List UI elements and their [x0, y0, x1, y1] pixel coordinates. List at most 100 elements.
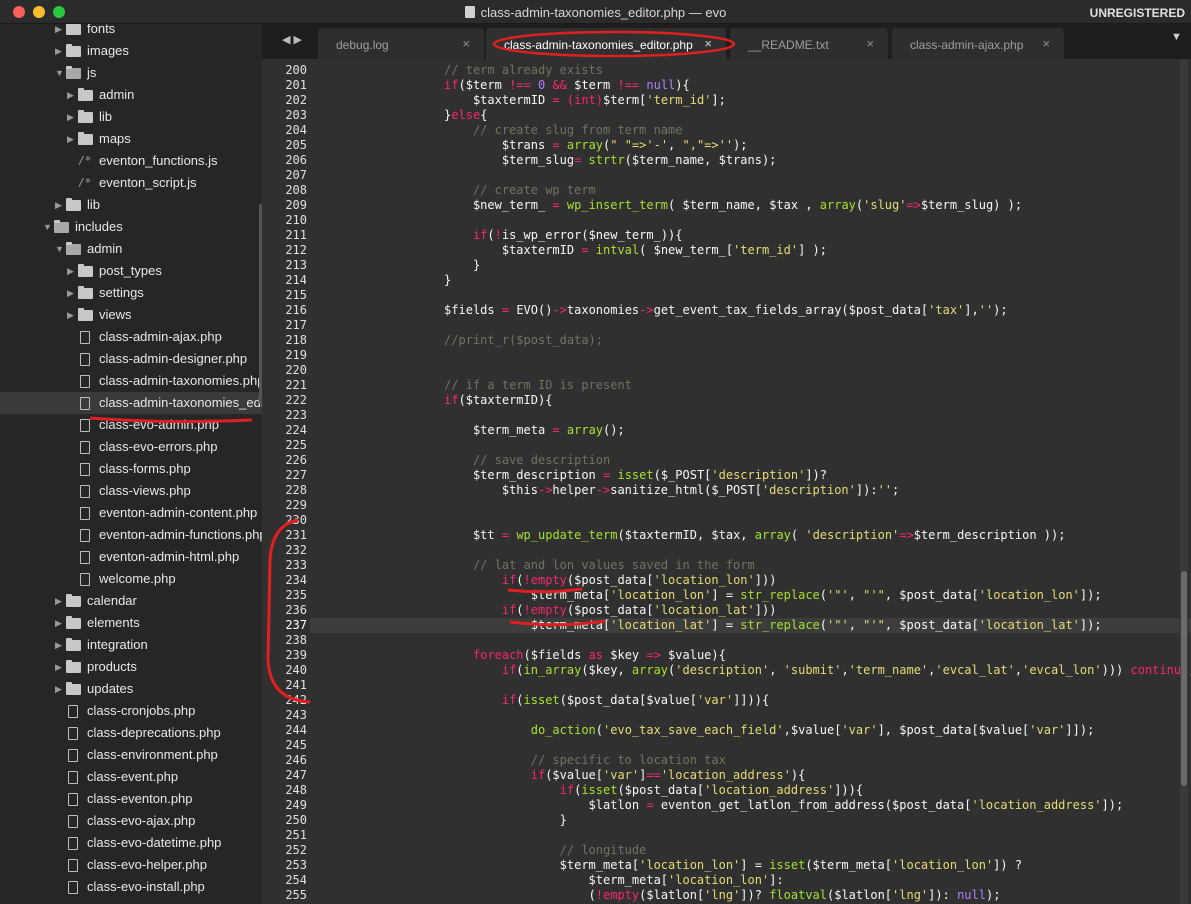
sidebar-item-class-admin-designer-php[interactable]: class-admin-designer.php [0, 348, 262, 370]
sidebar-item-class-eventon-php[interactable]: class-eventon.php [0, 788, 262, 810]
code-line[interactable]: } [314, 273, 451, 288]
sidebar-item-class-evo-helper-php[interactable]: class-evo-helper.php [0, 854, 262, 876]
code-line[interactable]: $taxtermID = intval( $new_term_['term_id… [314, 243, 827, 258]
disclosure-collapsed-icon[interactable]: ▶ [55, 656, 65, 678]
code-line[interactable]: (!empty($latlon['lng'])? floatval($latlo… [314, 888, 1001, 903]
disclosure-collapsed-icon[interactable]: ▶ [55, 40, 65, 62]
forward-arrow-icon[interactable]: ▶ [293, 34, 304, 46]
disclosure-collapsed-icon[interactable]: ▶ [67, 304, 77, 326]
disclosure-collapsed-icon[interactable]: ▶ [55, 612, 65, 634]
code-line[interactable]: $term_description = isset($_POST['descri… [314, 468, 827, 483]
sidebar-item-admin[interactable]: ▶ admin [0, 84, 262, 106]
sidebar-item-lib[interactable]: ▶ lib [0, 106, 262, 128]
tab-debug-log[interactable]: debug.log × [318, 28, 484, 59]
disclosure-collapsed-icon[interactable]: ▶ [55, 634, 65, 656]
code-line[interactable]: $fields = EVO()->taxonomies->get_event_t… [314, 303, 1008, 318]
tab-readme-txt[interactable]: __README.txt × [730, 28, 888, 59]
code-line[interactable]: $term_meta['location_lon']: [314, 873, 784, 888]
sidebar-item-class-views-php[interactable]: class-views.php [0, 480, 262, 502]
close-tab-icon[interactable]: × [1042, 36, 1050, 51]
disclosure-collapsed-icon[interactable]: ▶ [67, 106, 77, 128]
disclosure-expanded-icon[interactable]: ▼ [43, 216, 53, 238]
sidebar-item-welcome-php[interactable]: welcome.php [0, 568, 262, 590]
sidebar-item-updates[interactable]: ▶ updates [0, 678, 262, 700]
disclosure-collapsed-icon[interactable]: ▶ [67, 84, 77, 106]
sidebar-item-eventon-functions-js[interactable]: /* eventon_functions.js [0, 150, 262, 172]
code-line[interactable]: // specific to location tax [314, 753, 726, 768]
code-line[interactable]: }else{ [314, 108, 487, 123]
disclosure-expanded-icon[interactable]: ▼ [55, 62, 65, 84]
code-line[interactable]: // if a term ID is present [314, 378, 632, 393]
sidebar-item-class-event-php[interactable]: class-event.php [0, 766, 262, 788]
sidebar-item-post-types[interactable]: ▶ post_types [0, 260, 262, 282]
sidebar-item-class-cronjobs-php[interactable]: class-cronjobs.php [0, 700, 262, 722]
code-line[interactable]: $taxtermID = (int)$term['term_id']; [314, 93, 726, 108]
code-line[interactable]: if($taxtermID){ [314, 393, 552, 408]
code-line[interactable]: } [314, 813, 567, 828]
code-line[interactable]: //print_r($post_data); [314, 333, 603, 348]
tab-class-admin-ajax-php[interactable]: class-admin-ajax.php × [892, 28, 1064, 59]
code-line[interactable]: $this->helper->sanitize_html($_POST['des… [314, 483, 899, 498]
sidebar-item-class-deprecations-php[interactable]: class-deprecations.php [0, 722, 262, 744]
sidebar-item-views[interactable]: ▶ views [0, 304, 262, 326]
code-line[interactable]: // term already exists [314, 63, 603, 78]
code-line[interactable]: $term_meta['location_lon'] = str_replace… [314, 588, 1102, 603]
code-line[interactable]: if(in_array($key, array('description', '… [314, 663, 1191, 678]
sidebar-item-class-evo-admin-php[interactable]: class-evo-admin.php [0, 414, 262, 436]
sidebar-item-maps[interactable]: ▶ maps [0, 128, 262, 150]
sidebar-item-eventon-admin-functions-php[interactable]: eventon-admin-functions.php [0, 524, 262, 546]
code-line[interactable]: if($term !== 0 && $term !== null){ [314, 78, 690, 93]
tab-class-admin-taxonomies-editor-php[interactable]: class-admin-taxonomies_editor.php × [486, 28, 726, 59]
disclosure-collapsed-icon[interactable]: ▶ [67, 128, 77, 150]
code-line[interactable]: $latlon = eventon_get_latlon_from_addres… [314, 798, 1124, 813]
sidebar-item-class-admin-taxonomies-editor-php[interactable]: class-admin-taxonomies_editor.php [0, 392, 262, 414]
sidebar-item-eventon-admin-html-php[interactable]: eventon-admin-html.php [0, 546, 262, 568]
sidebar-item-class-evo-datetime-php[interactable]: class-evo-datetime.php [0, 832, 262, 854]
close-tab-icon[interactable]: × [704, 36, 712, 51]
code-line[interactable]: // create slug from term name [314, 123, 683, 138]
sidebar-item-calendar[interactable]: ▶ calendar [0, 590, 262, 612]
code-line[interactable]: if($value['var']=='location_address'){ [314, 768, 806, 783]
editor-scrollbar[interactable] [1180, 59, 1188, 904]
code-line[interactable]: $new_term_ = wp_insert_term( $term_name,… [314, 198, 1022, 213]
back-arrow-icon[interactable]: ◀ [282, 34, 293, 46]
code-line[interactable]: if(!is_wp_error($new_term_)){ [314, 228, 683, 243]
disclosure-collapsed-icon[interactable]: ▶ [67, 260, 77, 282]
code-line[interactable]: if(isset($post_data[$value['var']])){ [314, 693, 769, 708]
code-line[interactable]: // create wp term [314, 183, 596, 198]
code-line[interactable]: $term_meta['location_lon'] = isset($term… [314, 858, 1022, 873]
sidebar-item-class-environment-php[interactable]: class-environment.php [0, 744, 262, 766]
code-line[interactable]: $term_slug= strtr($term_name, $trans); [314, 153, 777, 168]
disclosure-collapsed-icon[interactable]: ▶ [67, 282, 77, 304]
tab-list-menu-icon[interactable]: ▼ [1171, 31, 1182, 43]
sidebar-item-lib[interactable]: ▶ lib [0, 194, 262, 216]
sidebar-item-includes[interactable]: ▼ includes [0, 216, 262, 238]
code-line[interactable]: // lat and lon values saved in the form [314, 558, 755, 573]
code-line[interactable]: if(!empty($post_data['location_lon'])) [314, 573, 777, 588]
sidebar-item-class-admin-taxonomies-php[interactable]: class-admin-taxonomies.php [0, 370, 262, 392]
sidebar-item-eventon-admin-content-php[interactable]: eventon-admin-content.php [0, 502, 262, 524]
code-line[interactable]: // longitude [314, 843, 647, 858]
code-line[interactable]: } [314, 258, 480, 273]
sidebar-item-class-evo-ajax-php[interactable]: class-evo-ajax.php [0, 810, 262, 832]
sidebar-item-class-forms-php[interactable]: class-forms.php [0, 458, 262, 480]
sidebar-item-js[interactable]: ▼ js [0, 62, 262, 84]
code-line[interactable]: do_action('evo_tax_save_each_field',$val… [314, 723, 1095, 738]
sidebar-item-products[interactable]: ▶ products [0, 656, 262, 678]
sidebar-item-class-evo-install-php[interactable]: class-evo-install.php [0, 876, 262, 898]
disclosure-expanded-icon[interactable]: ▼ [55, 238, 65, 260]
close-tab-icon[interactable]: × [462, 36, 470, 51]
disclosure-collapsed-icon[interactable]: ▶ [55, 194, 65, 216]
code-line[interactable]: $term_meta = array(); [314, 423, 625, 438]
sidebar-item-class-evo-errors-php[interactable]: class-evo-errors.php [0, 436, 262, 458]
sidebar-item-images[interactable]: ▶ images [0, 40, 262, 62]
code-line[interactable]: foreach($fields as $key => $value){ [314, 648, 726, 663]
code-editor[interactable]: 200 201 202 203 204 205 206 207 208 209 210 211 212 2… [262, 59, 1191, 904]
tab-nav-arrows[interactable]: ◀▶ [282, 33, 305, 46]
sidebar-item-fonts[interactable]: ▶ fonts [0, 24, 262, 40]
sidebar-item-eventon-script-js[interactable]: /* eventon_script.js [0, 172, 262, 194]
sidebar-item-elements[interactable]: ▶ elements [0, 612, 262, 634]
sidebar-item-integration[interactable]: ▶ integration [0, 634, 262, 656]
code-line[interactable]: $trans = array(" "=>'-', ","=>''); [314, 138, 748, 153]
code-line[interactable]: // save description [314, 453, 610, 468]
